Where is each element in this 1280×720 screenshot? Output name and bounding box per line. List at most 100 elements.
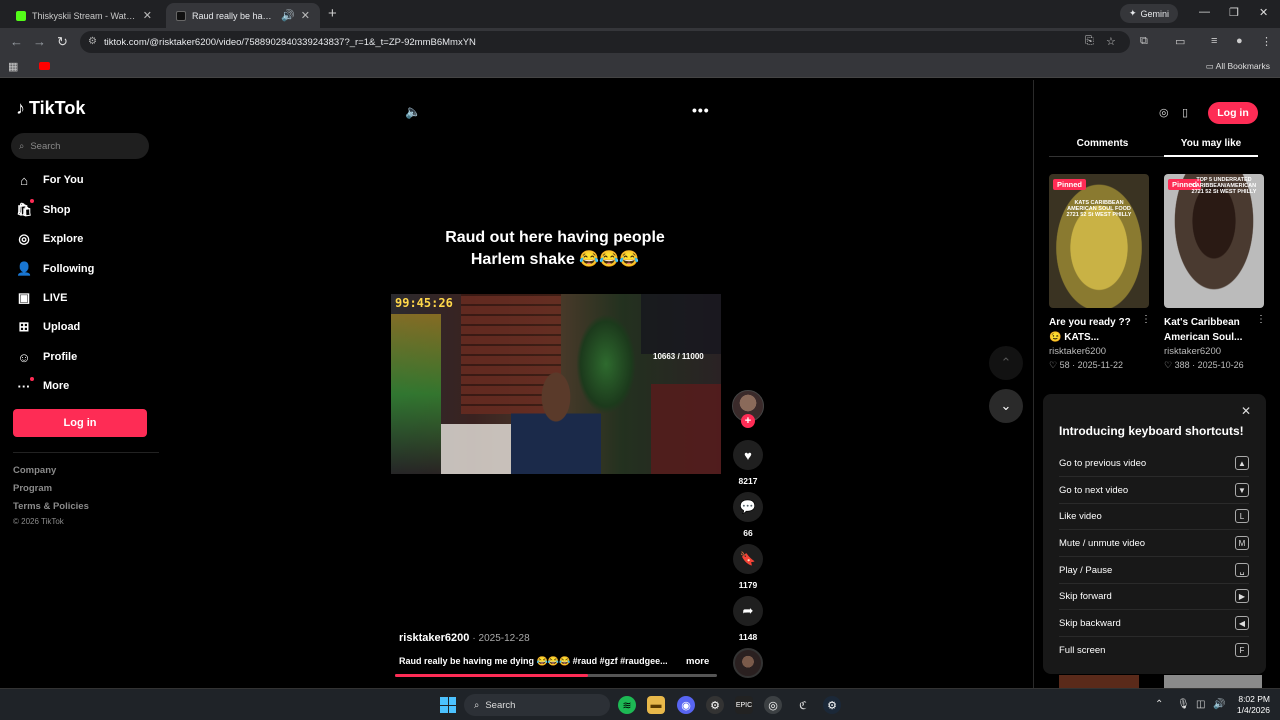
shop-icon: 🛍 xyxy=(16,202,33,217)
recommendation-thumbnail[interactable]: Pinned TOP 5 UNDERRATED CARIBBEAN/AMERIC… xyxy=(1164,174,1264,308)
spotify-icon[interactable]: ≋ xyxy=(618,696,636,714)
site-info-icon[interactable]: ⚙ xyxy=(88,36,97,47)
nav-label: LIVE xyxy=(43,292,68,304)
bookmark-star-icon[interactable]: ☆ xyxy=(1106,35,1116,48)
install-app-icon[interactable]: ⎘ xyxy=(1085,35,1094,48)
epic-games-icon[interactable]: EPIC xyxy=(735,696,753,714)
tray-chevron-up-icon[interactable]: ⌃ xyxy=(1155,699,1163,710)
all-bookmarks-label: All Bookmarks xyxy=(1215,61,1270,71)
footer-link-terms[interactable]: Terms & Policies xyxy=(13,501,89,512)
url-text: tiktok.com/@risktaker6200/video/75889028… xyxy=(104,36,476,48)
previous-video-button[interactable]: ⌃ xyxy=(989,346,1023,380)
tiktok-note-icon: ♪ xyxy=(16,98,25,118)
music-disc-icon[interactable] xyxy=(733,648,763,678)
sidebar-login-button[interactable]: Log in xyxy=(13,409,147,437)
close-icon[interactable]: ✕ xyxy=(301,9,310,22)
new-tab-plus-icon[interactable]: + xyxy=(328,5,337,22)
save-button[interactable]: 🔖 xyxy=(733,544,763,574)
recommendation-title[interactable]: Are you ready ?? 😉 KATS... xyxy=(1049,315,1145,345)
all-bookmarks-link[interactable]: ▭ All Bookmarks xyxy=(1206,61,1270,72)
shortcut-row: Skip forward ▶ xyxy=(1059,587,1249,605)
extensions-icon[interactable]: ⧉ xyxy=(1140,35,1148,48)
footer-link-company[interactable]: Company xyxy=(13,465,56,476)
file-explorer-icon[interactable]: ▬ xyxy=(647,696,665,714)
next-thumbnail-peek[interactable] xyxy=(1059,675,1139,688)
follow-plus-icon[interactable]: + xyxy=(741,414,755,428)
recommendation-author[interactable]: risktaker6200 xyxy=(1164,346,1221,357)
nav-item-live[interactable]: ▣ LIVE xyxy=(16,287,68,309)
nav-item-following[interactable]: 👤 Following xyxy=(16,258,94,280)
nav-item-more[interactable]: ··· More xyxy=(16,375,70,397)
split-view-icon[interactable]: ▭ xyxy=(1175,35,1185,48)
menu-kebab-icon[interactable]: ⋮ xyxy=(1261,35,1272,48)
maximize-icon[interactable]: ❐ xyxy=(1229,6,1239,19)
gemini-button[interactable]: ✦ Gemini xyxy=(1120,4,1179,23)
url-input[interactable]: ⚙ tiktok.com/@risktaker6200/video/758890… xyxy=(80,31,1130,53)
forward-arrow-icon[interactable]: → xyxy=(33,34,46,49)
tiktok-logo[interactable]: ♪ TikTok xyxy=(16,98,85,119)
shortcut-label: Go to previous video xyxy=(1059,457,1147,469)
tab-you-may-like[interactable]: You may like xyxy=(1164,138,1258,149)
reading-list-icon[interactable]: ≡ xyxy=(1211,35,1217,47)
close-icon[interactable]: ✕ xyxy=(1241,404,1251,418)
nav-item-explore[interactable]: ◎ Explore xyxy=(16,228,83,250)
comment-button[interactable]: 💬 xyxy=(733,492,763,522)
divider xyxy=(1059,476,1249,477)
taskbar-search[interactable]: ⌕ Search xyxy=(464,694,610,716)
settings-gear-icon[interactable]: ⚙ xyxy=(706,696,724,714)
pinned-badge: Pinned xyxy=(1053,179,1087,190)
description-more-link[interactable]: more xyxy=(686,656,709,667)
top-login-button[interactable]: Log in xyxy=(1208,102,1258,124)
recommendation-title[interactable]: Kat's Caribbean American Soul... xyxy=(1164,315,1260,345)
window-close-icon[interactable]: ✕ xyxy=(1259,6,1268,19)
thumbnail-text: TOP 5 UNDERRATED CARIBBEAN/AMERICAN 2721… xyxy=(1191,177,1257,195)
browser-tab-kick[interactable]: Thiskyskii Stream - Watch Live o ✕ xyxy=(6,3,162,28)
like-button[interactable]: ♥ xyxy=(733,440,763,470)
device-icon[interactable]: ▯ xyxy=(1182,106,1188,119)
nav-item-for-you[interactable]: ⌂ For You xyxy=(16,169,83,191)
profile-avatar-icon[interactable]: ● xyxy=(1236,35,1243,47)
search-input[interactable]: ⌕ Search xyxy=(11,133,149,159)
chrome-icon[interactable]: ◎ xyxy=(764,696,782,714)
app-c-icon[interactable]: ℭ xyxy=(794,696,812,714)
volume-tray-icon[interactable]: 🔊 xyxy=(1213,699,1225,710)
recommendation-author[interactable]: risktaker6200 xyxy=(1049,346,1106,357)
nav-item-upload[interactable]: ⊞ Upload xyxy=(16,316,81,338)
compass-icon[interactable]: ◎ xyxy=(1159,106,1169,119)
network-icon[interactable]: ◫ xyxy=(1196,699,1205,710)
discord-icon[interactable]: ◉ xyxy=(677,696,695,714)
stream-chat-overlay xyxy=(641,294,721,354)
kebab-icon[interactable]: ⋮ xyxy=(1256,314,1266,325)
apps-grid-icon[interactable]: ▦ xyxy=(8,60,18,73)
footer-link-program[interactable]: Program xyxy=(13,483,52,494)
taskbar-clock[interactable]: 8:02 PM 1/4/2026 xyxy=(1230,694,1270,716)
more-options-icon[interactable]: ••• xyxy=(692,102,710,118)
windows-start-icon[interactable] xyxy=(440,697,456,713)
windows-taskbar: ⌕ Search ≋ ▬ ◉ ⚙ EPIC ◎ ℭ ⚙ ⌃ 🎙 ◫ 🔊 8:02… xyxy=(0,688,1280,720)
youtube-bookmark-icon[interactable] xyxy=(39,62,50,70)
author-name[interactable]: risktaker6200 xyxy=(399,632,469,644)
kebab-icon[interactable]: ⋮ xyxy=(1141,314,1151,325)
steam-icon[interactable]: ⚙ xyxy=(823,696,841,714)
thumbnail-text: KATS CARIBBEAN AMERICAN SOUL FOOD 2721 5… xyxy=(1066,200,1132,218)
volume-icon[interactable]: 🔈 xyxy=(405,104,421,120)
tab-comments[interactable]: Comments xyxy=(1049,138,1156,149)
speaker-icon[interactable]: 🔊 xyxy=(281,9,295,22)
microphone-icon[interactable]: 🎙 xyxy=(1177,699,1190,710)
video-progress-bar[interactable] xyxy=(395,674,717,677)
browser-tab-tiktok[interactable]: Raud really be having me dy 🔊 ✕ xyxy=(166,3,320,28)
reload-icon[interactable]: ↻ xyxy=(57,34,68,50)
nav-item-profile[interactable]: ☺ Profile xyxy=(16,346,77,368)
video-frame[interactable]: 99:45:26 10663 / 11000 xyxy=(391,294,721,474)
minimize-icon[interactable]: — xyxy=(1199,6,1210,18)
search-placeholder: Search xyxy=(30,140,61,152)
recommendation-thumbnail[interactable]: Pinned KATS CARIBBEAN AMERICAN SOUL FOOD… xyxy=(1049,174,1149,308)
share-button[interactable]: ➦ xyxy=(733,596,763,626)
close-icon[interactable]: ✕ xyxy=(143,9,152,22)
like-count: 58 xyxy=(1059,360,1070,370)
next-video-button[interactable]: ⌄ xyxy=(989,389,1023,423)
next-thumbnail-peek[interactable] xyxy=(1164,675,1262,688)
back-arrow-icon[interactable]: ← xyxy=(10,34,23,49)
nav-item-shop[interactable]: 🛍 Shop xyxy=(16,199,71,221)
divider xyxy=(1059,529,1249,530)
